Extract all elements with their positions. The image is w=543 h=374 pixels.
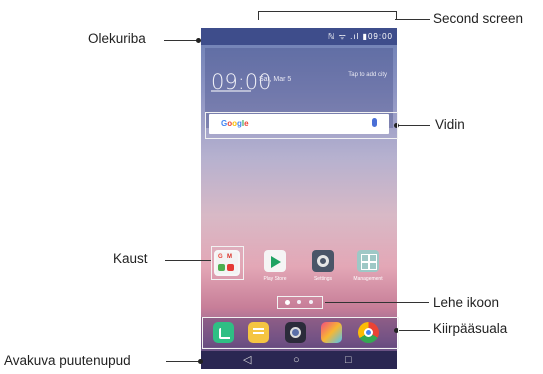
folder-highlight xyxy=(211,246,244,280)
tap-to-add-city[interactable]: Tap to add city xyxy=(348,72,387,78)
play-store-icon[interactable] xyxy=(264,250,286,272)
status-icons: ℕ ᯤ .ıl ▮09:00 xyxy=(327,32,393,41)
recents-button[interactable]: □ xyxy=(345,353,352,367)
quick-access-highlight xyxy=(202,317,399,349)
management-label: Management xyxy=(353,276,383,282)
settings-icon[interactable] xyxy=(312,250,334,272)
home-touch-buttons: ◁ ○ □ xyxy=(201,351,397,369)
clock-date: Sat, Mar 5 xyxy=(259,76,292,83)
play-store-label: Play Store xyxy=(263,276,287,282)
second-screen-line xyxy=(400,19,430,20)
page-icon-label: Lehe ikoon xyxy=(433,295,500,310)
widget-label: Vidin xyxy=(435,117,465,132)
page-icon-line xyxy=(325,302,429,303)
management-icon[interactable] xyxy=(357,250,379,272)
folder-line xyxy=(165,260,211,261)
widget-line xyxy=(397,125,430,126)
page-indicator-highlight xyxy=(277,296,323,309)
settings-label: Settings xyxy=(313,276,333,282)
status-bar-label: Olekuriba xyxy=(88,31,146,46)
home-button[interactable]: ○ xyxy=(293,353,300,367)
second-screen-bracket xyxy=(258,11,397,20)
quick-access-label: Kiirpääsuala xyxy=(433,321,508,336)
second-screen-label: Second screen xyxy=(433,11,524,26)
status-bar-pointer xyxy=(196,38,201,43)
clock-subline xyxy=(211,90,251,92)
folder-label: Kaust xyxy=(113,251,148,266)
home-buttons-label: Avakuva puutenupud xyxy=(4,353,131,368)
home-buttons-line xyxy=(166,361,201,362)
back-button[interactable]: ◁ xyxy=(243,353,251,367)
status-bar: ℕ ᯤ .ıl ▮09:00 xyxy=(201,28,397,45)
widget-highlight xyxy=(205,112,398,139)
status-bar-line xyxy=(164,40,198,41)
home-buttons-pointer xyxy=(198,359,203,364)
quick-access-line xyxy=(397,330,430,331)
